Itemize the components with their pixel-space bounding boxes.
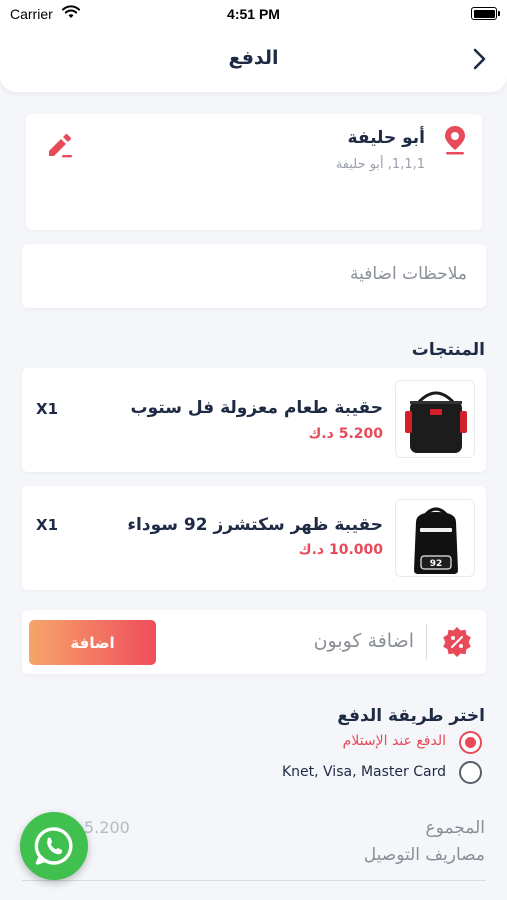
backpack-image: 92	[414, 507, 458, 574]
payment-option-label: الدفع عند الإستلام	[342, 733, 446, 749]
product-price: 10.000 د.ك	[298, 542, 383, 558]
product-price: 5.200 د.ك	[308, 426, 383, 442]
page-title: الدفع	[228, 47, 279, 69]
status-time: 4:51 PM	[227, 6, 280, 22]
total-label: المجموع	[425, 818, 485, 838]
products-section-title: المنتجات	[411, 340, 485, 360]
product-name: حقيبة طعام معزولة فل ستوب	[130, 398, 383, 418]
payment-option-cash[interactable]: الدفع عند الإستلام	[260, 730, 486, 758]
discount-badge-icon	[443, 627, 471, 657]
payment-section-title: اختر طريقة الدفع	[337, 706, 485, 726]
whatsapp-icon	[34, 827, 73, 865]
radio-button[interactable]	[459, 731, 482, 754]
radio-button[interactable]	[459, 761, 482, 784]
location-pin-icon	[445, 126, 465, 155]
product-quantity: X1	[36, 516, 59, 534]
product-name: حقيبة ظهر سكتشرز 92 سوداء	[127, 515, 383, 535]
payment-option-card[interactable]: Knet, Visa, Master Card	[260, 760, 486, 788]
notes-input[interactable]	[67, 264, 467, 284]
delivery-fee-label: مصاريف التوصيل	[363, 845, 485, 865]
product-quantity: X1	[36, 400, 59, 418]
apply-coupon-button[interactable]: اضافة	[29, 620, 156, 665]
battery-icon	[471, 7, 500, 20]
navigation-header: الدفع	[0, 28, 507, 92]
address-details: 1,1,1, أبو حليفة	[335, 157, 425, 172]
total-value: 5.200	[84, 818, 130, 837]
payment-option-label: Knet, Visa, Master Card	[281, 764, 446, 780]
summary-divider	[22, 880, 486, 881]
chevron-right-icon[interactable]	[468, 46, 492, 72]
product-image: 92	[395, 499, 475, 577]
coupon-input[interactable]	[170, 630, 414, 652]
lunch-bag-image	[405, 391, 467, 453]
edit-pencil-icon[interactable]	[44, 130, 74, 160]
whatsapp-button[interactable]	[20, 812, 88, 880]
svg-text:92: 92	[430, 559, 443, 569]
product-image	[395, 380, 475, 458]
coupon-divider	[426, 624, 427, 660]
address-name: أبو حليفة	[347, 128, 425, 148]
status-bar: Carrier 4:51 PM	[0, 0, 507, 28]
